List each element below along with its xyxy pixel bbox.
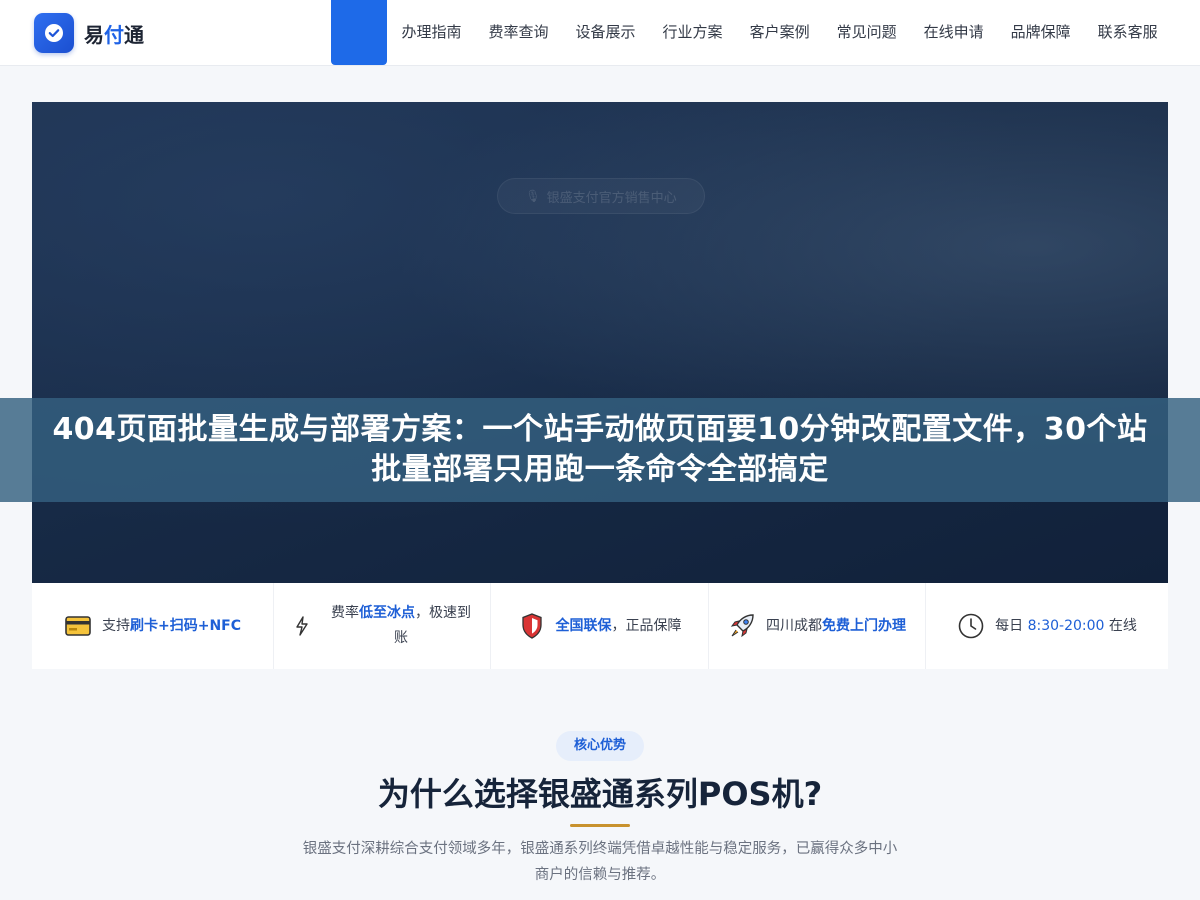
- clock-icon: [957, 612, 985, 640]
- nav-item-faq[interactable]: 常见问题: [823, 0, 910, 65]
- feature-hours-text: 每日 8:30-20:00 在线: [995, 617, 1137, 634]
- feature-warranty-text: 全国联保，正品保障: [555, 617, 682, 634]
- nav-item-rates[interactable]: 费率查询: [475, 0, 562, 65]
- shield-icon: [518, 612, 546, 640]
- title-banner: 404页面批量生成与部署方案：一个站手动做页面要10分钟改配置文件，30个站批量…: [0, 398, 1200, 502]
- hero-section: 🎙 银盛支付官方销售中心: [32, 102, 1168, 583]
- check-badge-icon: [34, 13, 74, 53]
- top-header: 易付通 办理指南 费率查询 设备展示 行业方案 客户案例 常见问题 在线申请 品…: [0, 0, 1200, 66]
- feature-payment: 支持刷卡+扫码+NFC: [32, 583, 274, 669]
- section-title: 为什么选择银盛通系列POS机?: [377, 775, 823, 813]
- nav-item-cases[interactable]: 客户案例: [736, 0, 823, 65]
- feature-payment-text: 支持刷卡+扫码+NFC: [101, 617, 241, 634]
- site-logo[interactable]: 易付通: [34, 13, 144, 53]
- nav-item-brand[interactable]: 品牌保障: [997, 0, 1084, 65]
- nav-item-guide[interactable]: 办理指南: [388, 0, 475, 65]
- feature-onsite-text: 四川成都免费上门办理: [766, 617, 906, 634]
- feature-strip: 支持刷卡+扫码+NFC 费率低至冰点，极速到账 全国联保，正品保障 四川成都免费…: [32, 583, 1168, 669]
- hero-pill-text: 银盛支付官方销售中心: [546, 190, 677, 206]
- feature-warranty: 全国联保，正品保障: [491, 583, 709, 669]
- nav-item-home-active[interactable]: [331, 0, 387, 65]
- credit-card-icon: [64, 612, 92, 640]
- feature-onsite: 四川成都免费上门办理: [709, 583, 926, 669]
- nav-item-solutions[interactable]: 行业方案: [649, 0, 736, 65]
- nav-item-devices[interactable]: 设备展示: [562, 0, 649, 65]
- logo-text: 易付通: [84, 22, 144, 47]
- lightning-icon: [288, 612, 316, 640]
- section-tag: 核心优势: [556, 731, 644, 761]
- title-underline: [570, 824, 630, 827]
- feature-hours: 每日 8:30-20:00 在线: [926, 583, 1168, 669]
- main-nav: 办理指南 费率查询 设备展示 行业方案 客户案例 常见问题 在线申请 品牌保障 …: [388, 0, 1171, 65]
- nav-item-apply[interactable]: 在线申请: [910, 0, 997, 65]
- article-title: 404页面批量生成与部署方案：一个站手动做页面要10分钟改配置文件，30个站批量…: [52, 412, 1148, 487]
- section-description: 银盛支付深耕综合支付领域多年，银盛通系列终端凭借卓越性能与稳定服务，已赢得众多中…: [302, 841, 898, 883]
- hero-pill: 🎙 银盛支付官方销售中心: [497, 178, 705, 214]
- nav-item-support[interactable]: 联系客服: [1084, 0, 1171, 65]
- feature-rate-text: 费率低至冰点，极速到账: [331, 605, 471, 646]
- feature-rate: 费率低至冰点，极速到账: [274, 583, 491, 669]
- microphone-icon: 🎙: [525, 189, 541, 203]
- rocket-icon: [728, 612, 756, 640]
